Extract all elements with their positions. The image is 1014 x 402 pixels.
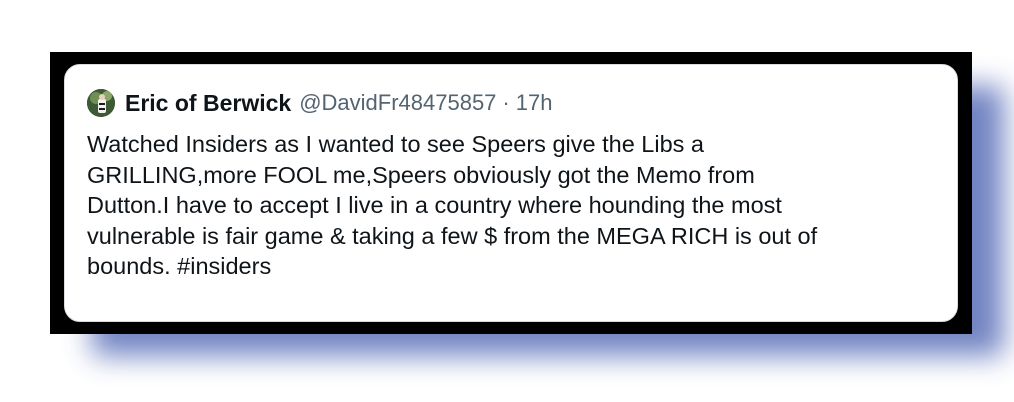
tweet-text: Watched Insiders as I wanted to see Spee… (87, 131, 818, 279)
quoted-tweet-card[interactable]: Eric of Berwick @DavidFr48475857 · 17h W… (64, 64, 958, 322)
black-frame: Eric of Berwick @DavidFr48475857 · 17h W… (50, 52, 972, 334)
tweet-header: Eric of Berwick @DavidFr48475857 · 17h (87, 87, 933, 119)
meta-separator: · (502, 90, 510, 115)
tweet-timestamp[interactable]: 17h (516, 90, 553, 116)
screenshot-canvas: Eric of Berwick @DavidFr48475857 · 17h W… (0, 0, 1014, 402)
user-handle[interactable]: @DavidFr48475857 (299, 90, 496, 116)
display-name[interactable]: Eric of Berwick (125, 90, 291, 117)
user-avatar-icon[interactable] (87, 89, 115, 117)
